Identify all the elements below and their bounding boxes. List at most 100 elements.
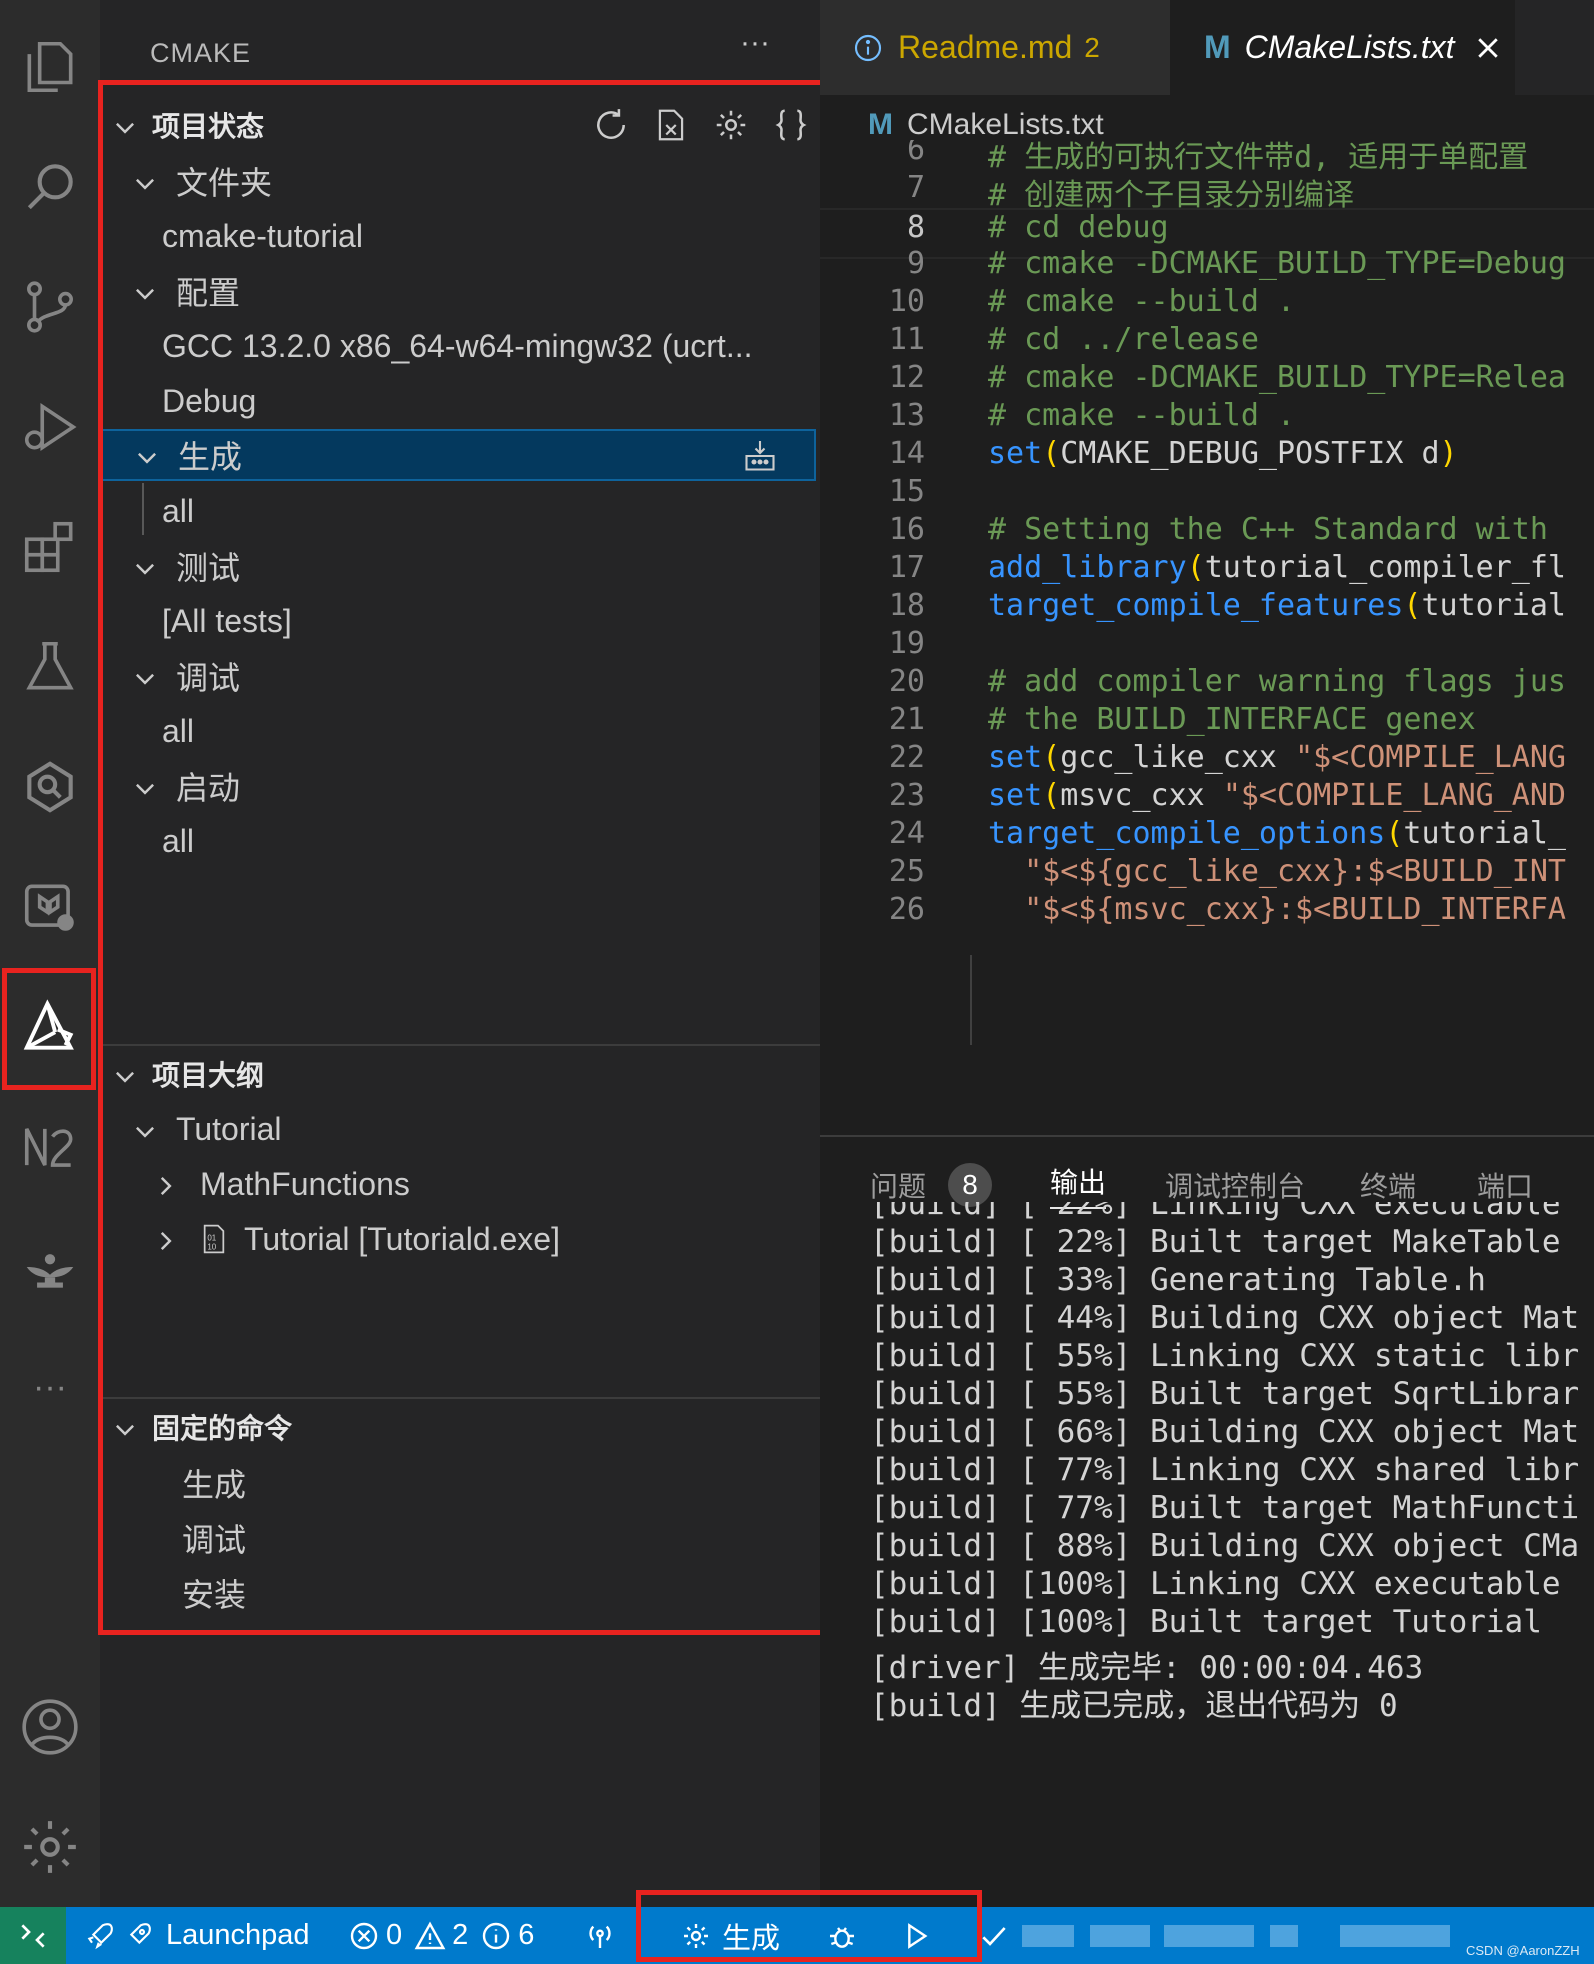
tab-label: CMakeLists.txt xyxy=(1244,29,1455,65)
line-number: 22 xyxy=(888,740,925,775)
output-line: [build] [ 33%] Generating Table.h xyxy=(870,1262,1486,1298)
line-number: 7 xyxy=(906,170,925,205)
remote-icon xyxy=(21,1923,45,1948)
output-line: [build] [ 77%] Linking CXX shared libr xyxy=(870,1452,1580,1488)
warning-count: 2 xyxy=(452,1919,469,1951)
broadcast-item[interactable] xyxy=(584,1907,616,1964)
close-icon[interactable] xyxy=(1474,34,1502,62)
code-line[interactable]: 26 "$<${msvc_cxx}:$<BUILD_INTERFA xyxy=(820,892,1594,939)
source-control-icon[interactable] xyxy=(0,252,100,362)
editor-tabs: Readme.md 2 M CMakeLists.txt xyxy=(820,0,1594,95)
tab-badge: 2 xyxy=(1084,31,1100,63)
testing-icon[interactable] xyxy=(0,612,100,722)
accounts-icon[interactable] xyxy=(0,1672,100,1782)
line-number: 14 xyxy=(888,436,925,471)
line-text: # cmake -DCMAKE_BUILD_TYPE=Debug xyxy=(988,246,1566,281)
rocket-outline-icon xyxy=(129,1922,151,1944)
line-number: 10 xyxy=(888,284,925,319)
line-number: 9 xyxy=(906,246,925,281)
markdown-m-icon: M xyxy=(1204,29,1231,65)
warning-icon xyxy=(414,1921,446,1949)
line-number: 25 xyxy=(888,854,925,889)
tab-label: Readme.md xyxy=(898,29,1073,65)
extensions-icon[interactable] xyxy=(0,492,100,602)
error-icon xyxy=(350,1922,378,1949)
sidebar-title: CMAKE xyxy=(150,38,252,68)
output-line: [build] [ 22%] Linking CXX executable xyxy=(870,1202,1561,1222)
error-count: 0 xyxy=(386,1919,403,1951)
sidebar-highlight xyxy=(98,80,844,1635)
blurred-status-item xyxy=(1270,1925,1298,1947)
line-number: 23 xyxy=(888,778,925,813)
launchpad-item[interactable]: Launchpad xyxy=(84,1907,310,1964)
code-view[interactable]: 6 # 生成的可执行文件带d, 适用于单配置 7 # 创建两个子目录分别编译 8 # cd… xyxy=(820,140,1594,1135)
output-line: [build] [ 66%] Building CXX object Mat xyxy=(870,1414,1580,1450)
line-number: 19 xyxy=(888,626,925,661)
line-text: set(gcc_like_cxx "$<COMPILE_LANG xyxy=(988,740,1566,775)
info-count: 6 xyxy=(518,1919,535,1951)
bottom-panel: 问题 8 输出 调试控制台 终端 端口 [build] [ 22%] Linki… xyxy=(820,1135,1594,1909)
cmake-icon-highlight xyxy=(2,968,96,1090)
line-number: 16 xyxy=(888,512,925,547)
tab-label: 调试控制台 xyxy=(1165,1170,1306,1202)
line-number: 18 xyxy=(888,588,925,623)
tab-cmakelists[interactable]: M CMakeLists.txt xyxy=(1170,0,1515,95)
line-text: # cd ../release xyxy=(988,322,1259,357)
output-line: [build] [ 22%] Built target MakeTable xyxy=(870,1224,1561,1260)
output-line: [build] [ 55%] Built target SqrtLibrar xyxy=(870,1376,1580,1412)
line-text: "$<${gcc_like_cxx}:$<BUILD_INT xyxy=(988,854,1566,889)
terraform-icon[interactable] xyxy=(0,852,100,962)
blurred-status-item xyxy=(1090,1925,1150,1947)
blurred-status-item xyxy=(1022,1925,1074,1947)
output-line: [build] [ 88%] Building CXX object CMa xyxy=(870,1528,1580,1564)
line-text: add_library(tutorial_compiler_fl xyxy=(988,550,1566,585)
editor-area: Readme.md 2 M CMakeLists.txt M CMakeList… xyxy=(820,0,1594,1135)
line-text: target_compile_options(tutorial_ xyxy=(988,816,1566,851)
tab-label: 问题 xyxy=(870,1170,927,1202)
line-text: # the BUILD_INTERFACE genex xyxy=(988,702,1476,737)
line-text: "$<${msvc_cxx}:$<BUILD_INTERFA xyxy=(988,892,1566,927)
remote-indicator[interactable] xyxy=(0,1907,66,1964)
info-icon xyxy=(483,1922,510,1949)
line-number: 8 xyxy=(906,210,925,245)
line-number: 26 xyxy=(888,892,925,927)
line-number: 20 xyxy=(888,664,925,699)
breadcrumb-file[interactable]: CMakeLists.txt xyxy=(907,108,1104,142)
output-line: [build] [ 55%] Linking CXX static libr xyxy=(870,1338,1580,1374)
line-text: # add compiler warning flags jus xyxy=(988,664,1566,699)
activity-bar: ··· xyxy=(0,0,100,1907)
explorer-icon[interactable] xyxy=(0,12,100,122)
more-icon[interactable]: ··· xyxy=(0,1332,100,1442)
manage-gear-icon[interactable] xyxy=(0,1792,100,1902)
lamp-icon[interactable] xyxy=(0,1212,100,1322)
line-number: 24 xyxy=(888,816,925,851)
run-debug-icon[interactable] xyxy=(0,372,100,482)
line-number: 13 xyxy=(888,398,925,433)
remote-explorer-icon[interactable] xyxy=(0,732,100,842)
line-number: 12 xyxy=(888,360,925,395)
tab-readme[interactable]: Readme.md 2 xyxy=(820,0,1170,95)
search-icon[interactable] xyxy=(0,132,100,242)
line-text: # cmake --build . xyxy=(988,398,1296,433)
output-line: [build] [ 44%] Building CXX object Mat xyxy=(870,1300,1580,1336)
more-actions-button[interactable]: ··· xyxy=(740,26,770,60)
n2-icon[interactable] xyxy=(0,1092,100,1202)
broadcast-icon xyxy=(589,1925,611,1948)
tab-label: 端口 xyxy=(1477,1170,1534,1202)
line-text: # cmake -DCMAKE_BUILD_TYPE=Relea xyxy=(988,360,1566,395)
check-item[interactable] xyxy=(978,1907,1010,1964)
problems-item[interactable]: 0 2 6 xyxy=(348,1907,534,1964)
line-text: set(CMAKE_DEBUG_POSTFIX d) xyxy=(988,436,1458,471)
launchpad-label: Launchpad xyxy=(166,1919,310,1951)
check-icon xyxy=(982,1926,1006,1946)
problems-count-badge: 8 xyxy=(948,1162,993,1207)
line-text: target_compile_features(tutorial xyxy=(988,588,1566,623)
line-number: 21 xyxy=(888,702,925,737)
line-text: # cd debug xyxy=(988,210,1169,245)
output-line: [build] [100%] Built target Tutorial xyxy=(870,1604,1542,1640)
blurred-status-item xyxy=(1340,1925,1450,1947)
blurred-status-item xyxy=(1164,1925,1254,1947)
line-number: 17 xyxy=(888,550,925,585)
line-number: 15 xyxy=(888,474,925,509)
output-view[interactable]: [build] [ 22%] Linking CXX executable [bu… xyxy=(820,1202,1594,1909)
